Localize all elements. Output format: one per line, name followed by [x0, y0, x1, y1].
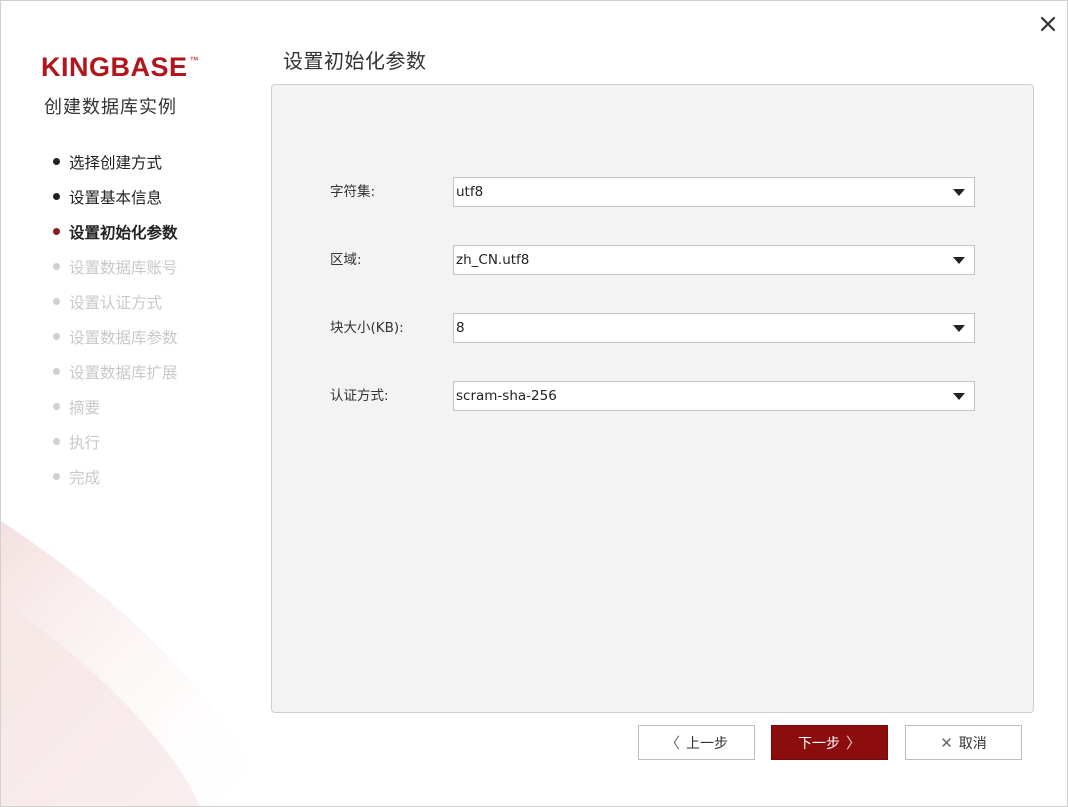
step-dot	[53, 438, 60, 445]
dropdown-arrow-icon	[953, 325, 965, 332]
next-button[interactable]: 下一步 〉	[771, 725, 888, 760]
auth-method-row: 认证方式: scram-sha-256	[330, 381, 980, 411]
step-item: 执行	[53, 424, 178, 459]
logo-text: KINGBASE	[41, 52, 188, 82]
chevron-left-icon: 〈	[664, 734, 680, 752]
step-label: 执行	[69, 433, 101, 452]
block-size-select[interactable]: 8	[453, 313, 975, 343]
cancel-button-label: 取消	[958, 735, 987, 752]
dropdown-arrow-icon	[953, 189, 965, 196]
step-dot	[53, 158, 60, 165]
prev-button-label: 上一步	[686, 735, 728, 752]
close-icon: ✕	[940, 733, 953, 752]
step-label: 摘要	[69, 398, 101, 417]
settings-panel: 字符集: utf8 区域: zh_CN.utf8 块大小(KB): 8 认证方式…	[271, 84, 1034, 713]
step-label: 设置初始化参数	[69, 223, 178, 242]
block-size-row: 块大小(KB): 8	[330, 313, 980, 343]
page-title: 设置初始化参数	[283, 49, 427, 73]
step-dot	[53, 473, 60, 480]
step-dot	[53, 403, 60, 410]
auth-method-label: 认证方式:	[330, 388, 389, 404]
step-item: 设置基本信息	[53, 179, 178, 214]
close-icon	[1040, 16, 1056, 32]
step-label: 设置数据库参数	[69, 328, 178, 347]
prev-button[interactable]: 〈 上一步	[638, 725, 755, 760]
step-item: 设置数据库账号	[53, 249, 178, 284]
step-dot	[53, 263, 60, 270]
locale-value: zh_CN.utf8	[456, 252, 530, 268]
step-label: 设置数据库账号	[69, 258, 178, 277]
charset-row: 字符集: utf8	[330, 177, 980, 207]
installer-window: KINGBASE ™ 创建数据库实例 选择创建方式 设置基本信息 设置初始化参数…	[0, 0, 1068, 807]
step-item: 设置数据库扩展	[53, 354, 178, 389]
auth-method-value: scram-sha-256	[456, 388, 557, 404]
step-dot	[53, 298, 60, 305]
step-label: 设置基本信息	[69, 188, 163, 207]
step-label: 设置认证方式	[69, 293, 163, 312]
step-label: 设置数据库扩展	[69, 363, 178, 382]
dropdown-arrow-icon	[953, 257, 965, 264]
step-list: 选择创建方式 设置基本信息 设置初始化参数 设置数据库账号 设置认证方式 设置数…	[53, 144, 178, 494]
step-item-current: 设置初始化参数	[53, 214, 178, 249]
locale-select[interactable]: zh_CN.utf8	[453, 245, 975, 275]
block-size-value: 8	[456, 320, 465, 336]
step-item: 设置数据库参数	[53, 319, 178, 354]
step-dot	[53, 333, 60, 340]
kingbase-logo: KINGBASE ™	[41, 53, 231, 83]
step-dot	[53, 193, 60, 200]
wizard-title: 创建数据库实例	[44, 97, 177, 118]
locale-row: 区域: zh_CN.utf8	[330, 245, 980, 275]
close-button[interactable]	[1033, 9, 1063, 39]
locale-label: 区域:	[330, 252, 362, 268]
chevron-right-icon: 〉	[845, 734, 861, 752]
step-dot	[53, 368, 60, 375]
cancel-button[interactable]: ✕ 取消	[905, 725, 1022, 760]
dropdown-arrow-icon	[953, 393, 965, 400]
step-item: 设置认证方式	[53, 284, 178, 319]
step-label: 选择创建方式	[69, 153, 163, 172]
next-button-label: 下一步	[797, 735, 840, 752]
charset-select[interactable]: utf8	[453, 177, 975, 207]
auth-method-select[interactable]: scram-sha-256	[453, 381, 975, 411]
step-item: 摘要	[53, 389, 178, 424]
charset-label: 字符集:	[330, 184, 376, 200]
charset-value: utf8	[456, 184, 484, 200]
step-label: 完成	[69, 468, 101, 487]
step-item: 选择创建方式	[53, 144, 178, 179]
step-dot	[53, 228, 60, 235]
step-item: 完成	[53, 459, 178, 494]
block-size-label: 块大小(KB):	[330, 320, 404, 336]
logo-trademark: ™	[189, 55, 199, 65]
